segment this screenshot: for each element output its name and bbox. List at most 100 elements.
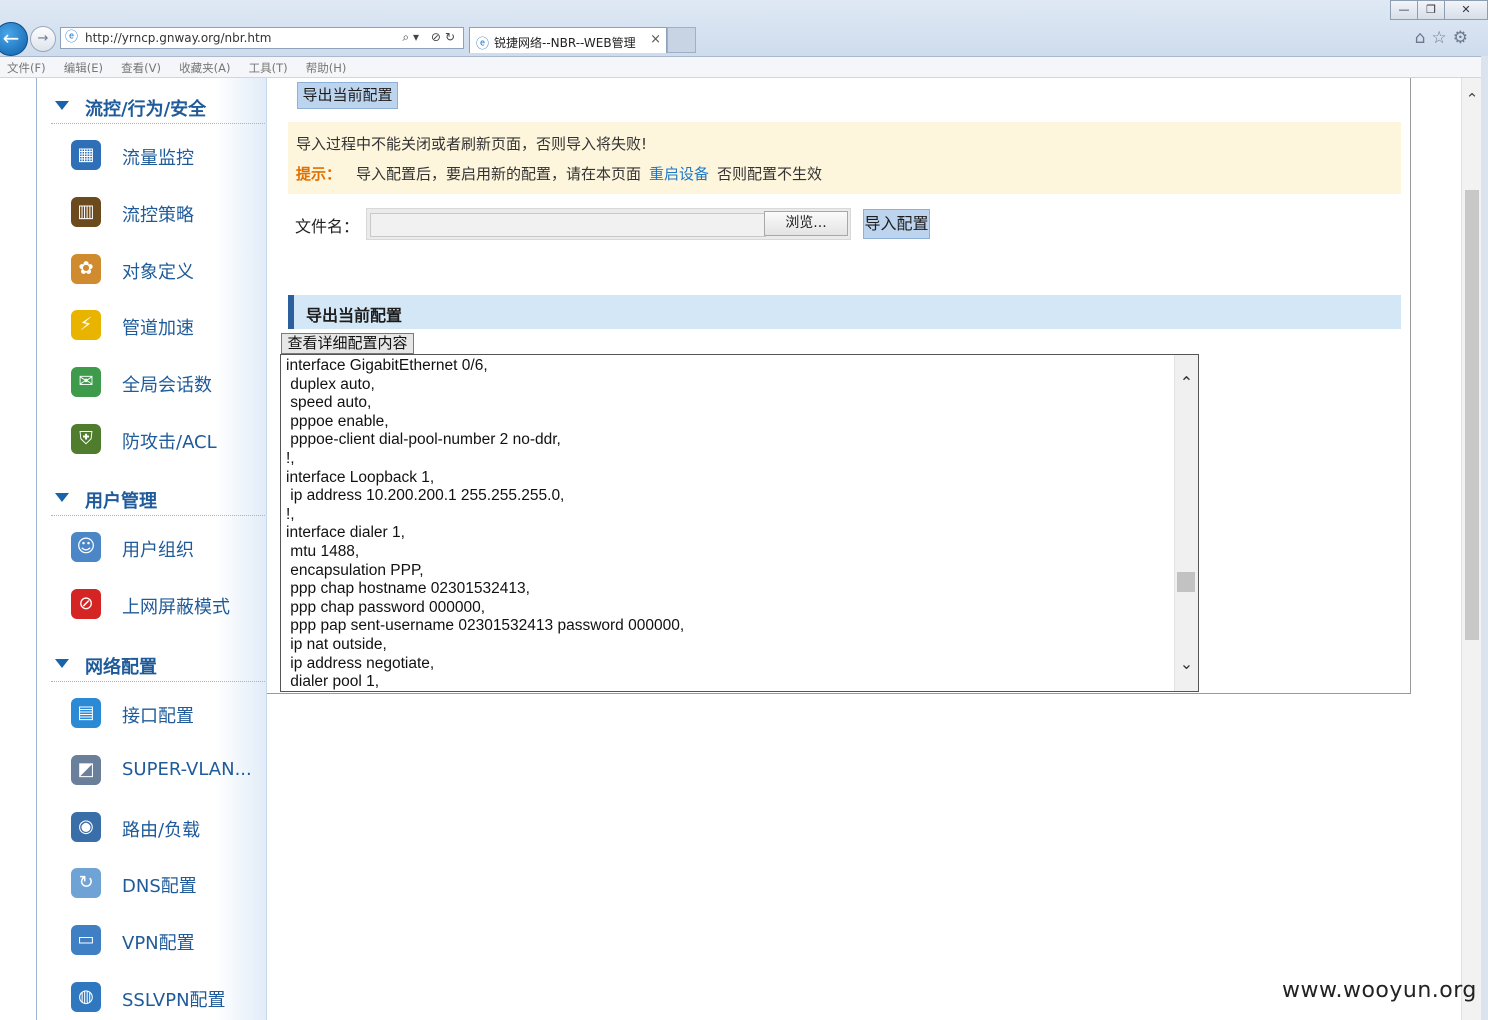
- scroll-up-icon[interactable]: ⌃: [1178, 373, 1195, 392]
- config-line: !,: [286, 449, 295, 467]
- lightning-icon: ⚡: [71, 310, 101, 341]
- menu-tools[interactable]: 工具(T): [249, 60, 288, 76]
- sidebar-group-title: 用户管理: [85, 491, 157, 512]
- sidebar-item-vlan[interactable]: ◩ SUPER-VLAN...: [37, 751, 265, 791]
- export-config-button-top[interactable]: 导出当前配置: [297, 82, 398, 109]
- config-line: ppp chap password 000000,: [286, 598, 486, 616]
- config-line: mtu 1488,: [286, 542, 360, 560]
- sidebar-item-shield[interactable]: ⛨ 防攻击/ACL: [37, 420, 265, 460]
- menu-bar: 文件(F) 编辑(E) 查看(V) 收藏夹(A) 工具(T) 帮助(H): [0, 57, 1488, 78]
- restart-device-link[interactable]: 重启设备: [649, 165, 709, 183]
- tip-text: 导入配置后，要启用新的配置，请在本页面 重启设备 否则配置不生效: [356, 163, 822, 184]
- browse-button[interactable]: 浏览...: [764, 211, 848, 236]
- group-divider: [51, 515, 265, 516]
- collapse-arrow-icon[interactable]: [55, 493, 69, 502]
- back-button[interactable]: ←: [0, 22, 28, 56]
- config-line: pppoe enable,: [286, 412, 389, 430]
- sidebar-item-chat-bubbles[interactable]: ✉ 全局会话数: [37, 363, 265, 403]
- policy-icon: ▥: [71, 196, 101, 227]
- group-divider: [51, 681, 265, 682]
- config-line: speed auto,: [286, 394, 372, 412]
- window-right-border: [1481, 56, 1488, 1020]
- sidebar-item-user-group[interactable]: ☺ 用户组织: [37, 528, 265, 568]
- browser-tab-active[interactable]: ⓔ 锐捷网络--NBR--WEB管理 ×: [469, 27, 667, 53]
- tip-text-before: 导入配置后，要启用新的配置，请在本页面: [356, 165, 642, 183]
- restore-button[interactable]: ❐: [1417, 0, 1445, 20]
- sidebar-group-0[interactable]: 流控/行为/安全: [37, 90, 265, 124]
- router-icon: ◉: [71, 811, 101, 842]
- left-gutter: [0, 78, 37, 1020]
- sidebar-item-label: 流控策略: [122, 204, 194, 226]
- collapse-arrow-icon[interactable]: [55, 659, 69, 668]
- sidebar-item-interface[interactable]: ▤ 接口配置: [37, 694, 265, 734]
- minimize-button[interactable]: —: [1390, 0, 1418, 20]
- sidebar-item-label: 防攻击/ACL: [122, 432, 217, 453]
- config-line: ip address negotiate,: [286, 654, 435, 672]
- import-config-button[interactable]: 导入配置: [863, 209, 930, 239]
- page-scroll-up-icon[interactable]: ⌃: [1464, 90, 1480, 108]
- new-tab-button[interactable]: [667, 27, 696, 53]
- home-favorites-tools-icons[interactable]: ⌂☆⚙: [1415, 28, 1474, 48]
- config-scrollbar[interactable]: ⌃ ⌄: [1174, 355, 1198, 691]
- sidebar-item-label: 管道加速: [122, 318, 194, 340]
- tab-close-icon[interactable]: ×: [650, 32, 661, 47]
- close-window-button[interactable]: ✕: [1444, 0, 1488, 20]
- tab-title: 锐捷网络--NBR--WEB管理: [494, 36, 636, 50]
- sidebar-item-label: 路由/负载: [122, 819, 201, 841]
- sidebar-item-label: 全局会话数: [122, 375, 212, 397]
- sidebar-item-label: SSLVPN配置: [122, 990, 226, 1011]
- config-textarea[interactable]: interface GigabitEthernet 0/6, duplex au…: [280, 354, 1199, 692]
- config-line: duplex auto,: [286, 375, 375, 393]
- export-section-header: 导出当前配置: [288, 295, 1401, 329]
- sidebar-item-dns[interactable]: ↻ DNS配置: [37, 864, 265, 904]
- forward-button[interactable]: →: [30, 26, 56, 52]
- view-config-details-button[interactable]: 查看详细配置内容: [281, 333, 414, 354]
- config-scroll-thumb[interactable]: [1177, 572, 1195, 592]
- user-group-icon: ☺: [71, 532, 101, 562]
- config-line: interface GigabitEthernet 0/6,: [286, 357, 488, 374]
- sidebar-item-lightning[interactable]: ⚡ 管道加速: [37, 306, 265, 346]
- address-bar[interactable]: ⓔ http://yrncp.gnway.org/nbr.htm ⌕▾ ⊘↻: [60, 27, 464, 49]
- page-scroll-thumb[interactable]: [1465, 190, 1479, 640]
- sidebar-item-router[interactable]: ◉ 路由/负载: [37, 808, 265, 848]
- sidebar-group-1[interactable]: 用户管理: [37, 482, 265, 516]
- browser-titlebar: ← → ⓔ http://yrncp.gnway.org/nbr.htm ⌕▾ …: [0, 0, 1488, 57]
- sidebar-item-label: 上网屏蔽模式: [122, 596, 230, 618]
- sidebar-item-label: 用户组织: [122, 540, 194, 561]
- menu-file[interactable]: 文件(F): [7, 60, 46, 76]
- sidebar-group-2[interactable]: 网络配置: [37, 648, 265, 682]
- tip-label: 提示：: [296, 165, 342, 183]
- sidebar-item-monitor-chart[interactable]: ▦ 流量监控: [37, 136, 265, 176]
- tip-text-after: 否则配置不生效: [717, 165, 823, 183]
- collapse-arrow-icon[interactable]: [55, 101, 69, 110]
- menu-edit[interactable]: 编辑(E): [64, 60, 103, 76]
- sidebar-item-palette[interactable]: ✿ 对象定义: [37, 250, 265, 290]
- sidebar-item-block[interactable]: ⊘ 上网屏蔽模式: [37, 585, 265, 625]
- sidebar-item-vpn-computer[interactable]: ▭ VPN配置: [37, 921, 265, 961]
- monitor-chart-icon: ▦: [71, 140, 101, 170]
- sidebar-item-label: SUPER-VLAN...: [122, 758, 252, 780]
- address-tools-icons[interactable]: ⌕▾ ⊘↻: [402, 30, 459, 45]
- window-controls: — ❐ ✕: [1390, 0, 1488, 20]
- config-line: ppp chap hostname 02301532413,: [286, 580, 530, 598]
- file-path-field[interactable]: [370, 213, 766, 237]
- config-line: interface Loopback 1,: [286, 468, 435, 486]
- menu-help[interactable]: 帮助(H): [306, 60, 347, 76]
- sidebar-group-title: 流控/行为/安全: [85, 99, 207, 120]
- config-line: interface dialer 1,: [286, 524, 405, 542]
- sidebar-item-label: 对象定义: [122, 261, 194, 283]
- config-line: !,: [286, 505, 295, 523]
- menu-view[interactable]: 查看(V): [121, 60, 161, 76]
- file-name-label: 文件名：: [295, 217, 360, 236]
- menu-favorites[interactable]: 收藏夹(A): [179, 60, 230, 76]
- sidebar-nav: 流控/行为/安全 ▦ 流量监控 ▥ 流控策略 ✿ 对象定义 ⚡ 管道加速 ✉ 全局会话数 ⛨ 防攻击/A…: [37, 78, 267, 1020]
- chat-bubbles-icon: ✉: [71, 367, 101, 398]
- sidebar-item-label: 接口配置: [122, 706, 194, 727]
- sidebar-item-globe[interactable]: ◍ SSLVPN配置: [37, 978, 265, 1018]
- scroll-down-icon[interactable]: ⌄: [1178, 654, 1195, 673]
- sidebar-item-policy[interactable]: ▥ 流控策略: [37, 193, 265, 233]
- config-line: dialer pool 1,: [286, 673, 380, 691]
- vlan-icon: ◩: [71, 754, 101, 785]
- page-scrollbar[interactable]: ⌃: [1461, 78, 1482, 1020]
- url-text[interactable]: http://yrncp.gnway.org/nbr.htm: [85, 31, 271, 45]
